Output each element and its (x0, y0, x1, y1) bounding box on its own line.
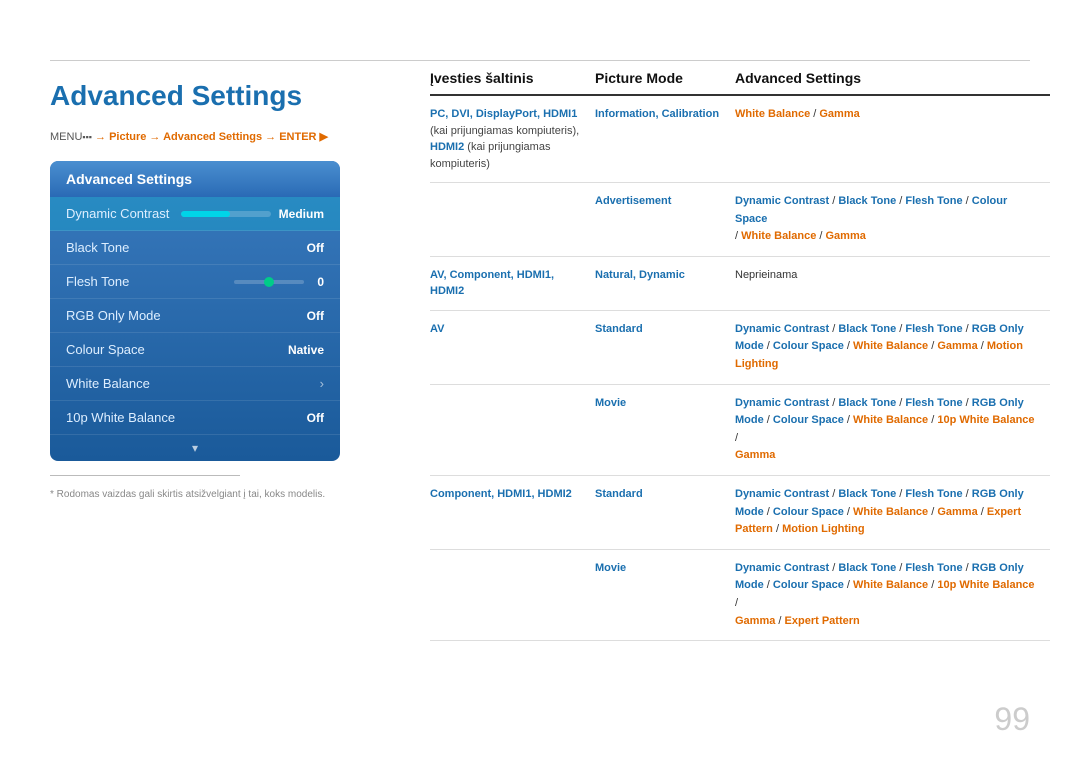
white-balance-arrow-icon: › (320, 376, 324, 391)
right-column: Įvesties šaltinis Picture Mode Advanced … (430, 70, 1050, 641)
note-text: * Rodomas vaizdas gali skirtis atsižvelg… (50, 488, 390, 502)
flesh-tone-label: Flesh Tone (66, 274, 129, 289)
top-rule (50, 60, 1030, 61)
rgb-only-mode-label: RGB Only Mode (66, 308, 161, 323)
mode-info-calibration: Information, Calibration (595, 106, 735, 123)
source-pc: PC, DVI, DisplayPort, HDMI1 (kai prijung… (430, 106, 595, 172)
contrast-bar (181, 211, 271, 217)
settings-pc-info: White Balance / Gamma (735, 106, 1050, 124)
colour-space-value: Native (288, 343, 324, 357)
mode-advertisement: Advertisement (595, 193, 735, 210)
dynamic-contrast-value: Medium (279, 207, 324, 221)
10p-white-balance-value: Off (307, 411, 324, 425)
page-title: Advanced Settings (50, 80, 390, 112)
mode-standard-comp: Standard (595, 486, 735, 503)
settings-advertisement: Dynamic Contrast / Black Tone / Flesh To… (735, 193, 1050, 246)
header-mode: Picture Mode (595, 70, 735, 86)
menu-box: Advanced Settings Dynamic Contrast Mediu… (50, 161, 340, 461)
menu-item-flesh-tone[interactable]: Flesh Tone 0 (50, 265, 340, 299)
colour-space-label: Colour Space (66, 342, 145, 357)
table-row-av-movie: Movie Dynamic Contrast / Black Tone / Fl… (430, 385, 1050, 476)
source-component: Component, HDMI1, HDMI2 (430, 486, 595, 503)
table-header: Įvesties šaltinis Picture Mode Advanced … (430, 70, 1050, 96)
black-tone-value: Off (307, 241, 324, 255)
source-av-component: AV, Component, HDMI1,HDMI2 (430, 267, 595, 300)
source-av: AV (430, 321, 595, 338)
contrast-bar-fill (181, 211, 231, 217)
menu-item-10p-white-balance[interactable]: 10p White Balance Off (50, 401, 340, 435)
menu-item-white-balance[interactable]: White Balance › (50, 367, 340, 401)
page-container: Advanced Settings MENU▪▪▪ → Picture → Ad… (0, 0, 1080, 763)
settings-av-standard: Dynamic Contrast / Black Tone / Flesh To… (735, 321, 1050, 374)
menu-box-title: Advanced Settings (50, 161, 340, 197)
breadcrumb: MENU▪▪▪ → Picture → Advanced Settings → … (50, 130, 390, 143)
table-row-av-component: AV, Component, HDMI1,HDMI2 Natural, Dyna… (430, 257, 1050, 311)
black-tone-label: Black Tone (66, 240, 129, 255)
flesh-tone-thumb (264, 277, 274, 287)
left-divider (50, 475, 240, 476)
table-row-component-movie: Movie Dynamic Contrast / Black Tone / Fl… (430, 550, 1050, 641)
menu-item-rgb-only-mode[interactable]: RGB Only Mode Off (50, 299, 340, 333)
settings-neprieinama: Neprieinama (735, 267, 1050, 285)
table-row-component-standard: Component, HDMI1, HDMI2 Standard Dynamic… (430, 476, 1050, 550)
page-number: 99 (994, 701, 1030, 738)
dynamic-contrast-label: Dynamic Contrast (66, 206, 169, 221)
table-row-av-standard: AV Standard Dynamic Contrast / Black Ton… (430, 311, 1050, 385)
white-balance-label: White Balance (66, 376, 150, 391)
mode-movie-av: Movie (595, 395, 735, 412)
flesh-tone-track (234, 280, 304, 284)
breadcrumb-path: → Picture → Advanced Settings → ENTER ▶ (95, 131, 328, 143)
menu-item-black-tone[interactable]: Black Tone Off (50, 231, 340, 265)
table-row-advertisement: Advertisement Dynamic Contrast / Black T… (430, 183, 1050, 257)
menu-item-dynamic-contrast[interactable]: Dynamic Contrast Medium (50, 197, 340, 231)
settings-component-standard: Dynamic Contrast / Black Tone / Flesh To… (735, 486, 1050, 539)
table-row-pc: PC, DVI, DisplayPort, HDMI1 (kai prijung… (430, 96, 1050, 183)
header-source: Įvesties šaltinis (430, 70, 595, 86)
left-column: Advanced Settings MENU▪▪▪ → Picture → Ad… (50, 70, 390, 502)
mode-standard-av: Standard (595, 321, 735, 338)
mode-movie-comp: Movie (595, 560, 735, 577)
settings-av-movie: Dynamic Contrast / Black Tone / Flesh To… (735, 395, 1050, 465)
breadcrumb-menu: MENU▪▪▪ (50, 131, 92, 143)
rgb-only-mode-value: Off (307, 309, 324, 323)
menu-item-colour-space[interactable]: Colour Space Native (50, 333, 340, 367)
10p-white-balance-label: 10p White Balance (66, 410, 175, 425)
header-settings: Advanced Settings (735, 70, 1050, 86)
menu-scroll-arrow[interactable]: ▾ (50, 435, 340, 461)
settings-component-movie: Dynamic Contrast / Black Tone / Flesh To… (735, 560, 1050, 630)
mode-natural-dynamic: Natural, Dynamic (595, 267, 735, 284)
flesh-tone-value: 0 (310, 275, 324, 289)
